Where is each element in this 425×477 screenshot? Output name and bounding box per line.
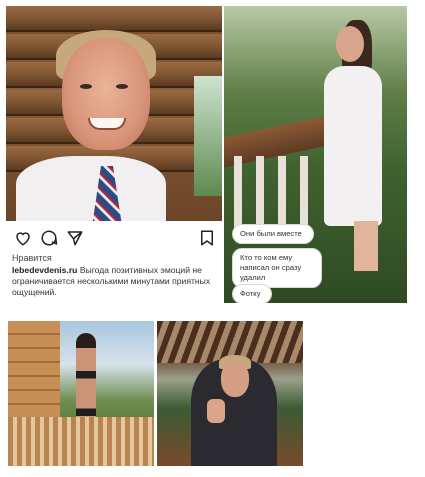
face: [221, 361, 249, 397]
comment-icon[interactable]: [40, 229, 58, 247]
white-robe: [324, 66, 382, 226]
username-link[interactable]: lebedevdenis.ru: [12, 265, 77, 275]
log-wall: [6, 6, 222, 32]
post-caption: lebedevdenis.ru Выгода позитивных эмоций…: [12, 265, 216, 298]
window-view: [194, 76, 222, 196]
balcony-photo: Они были вместе Кто то ком ему написал о…: [224, 6, 407, 303]
head: [336, 26, 364, 62]
bookmark-icon[interactable]: [198, 229, 216, 247]
likes-label[interactable]: Нравится: [12, 253, 52, 263]
instagram-post-bar: Нравится lebedevdenis.ru Выгода позитивн…: [6, 221, 222, 303]
legs: [354, 221, 378, 271]
heart-icon[interactable]: [14, 229, 32, 247]
eye: [80, 84, 92, 89]
chat-bubble: Кто то ком ему написал он сразу удалил: [232, 248, 322, 288]
wooden-fence: [8, 417, 154, 466]
selfie-photo: [6, 6, 222, 221]
thumbs-up-photo: [157, 321, 303, 466]
chat-bubble: Они были вместе: [232, 224, 314, 244]
porch-photo: [8, 321, 154, 466]
smile: [88, 118, 126, 130]
eye: [116, 84, 128, 89]
thumbs-up: [207, 399, 225, 423]
chat-bubble: Фотку: [232, 284, 272, 303]
share-icon[interactable]: [66, 229, 84, 247]
shirt: [16, 156, 166, 221]
log-wall: [8, 321, 60, 421]
face: [62, 38, 150, 150]
